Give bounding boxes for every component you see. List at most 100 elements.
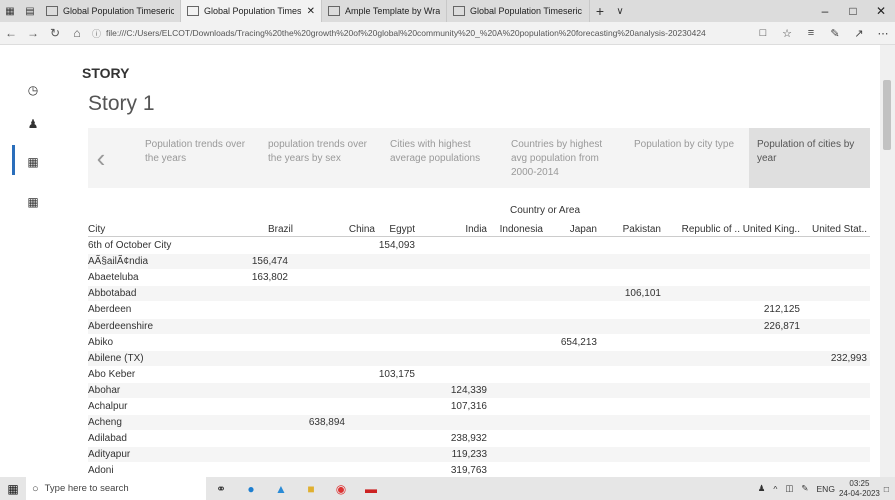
clock-time: 03:25 [849, 478, 870, 488]
photos-icon[interactable]: ▲ [266, 477, 296, 500]
notification-icon[interactable]: □ [884, 484, 889, 494]
maximize-button[interactable]: □ [839, 0, 867, 22]
new-tab-button[interactable]: + [590, 0, 610, 22]
city-cell[interactable]: AÃ§ailÃ¢ndia [88, 256, 148, 267]
clock-icon[interactable]: ◷ [26, 83, 40, 97]
city-cell[interactable]: Abbotabad [88, 288, 136, 299]
column-header[interactable]: Brazil [203, 224, 293, 235]
story-point-5[interactable]: Population by city type [634, 138, 734, 152]
microphone-icon[interactable]: ⚭ [206, 477, 236, 500]
population-cell[interactable]: 238,932 [423, 433, 487, 444]
story-point-1[interactable]: Population trends over the years [145, 138, 245, 166]
column-group-header: Country or Area [510, 205, 581, 216]
edge-browser-icon[interactable]: ● [236, 477, 266, 500]
window-menu-icon[interactable]: ▦ [0, 0, 20, 22]
favorite-star-icon[interactable]: ☆ [775, 27, 799, 40]
column-header[interactable]: Pakistan [571, 224, 661, 235]
page-icon [187, 6, 199, 16]
forward-button[interactable]: → [22, 26, 44, 40]
share-icon[interactable]: ↗ [847, 27, 871, 40]
population-cell[interactable]: 232,993 [803, 353, 867, 364]
story-title: Story 1 [88, 92, 155, 115]
refresh-button[interactable]: ↻ [44, 26, 66, 40]
url-field[interactable]: ⓘ file:///C:/Users/ELCOT/Downloads/Traci… [88, 25, 751, 41]
pen-tray-icon[interactable]: ✎ [801, 483, 808, 494]
population-cell[interactable]: 107,316 [423, 401, 487, 412]
city-cell[interactable]: Achalpur [88, 401, 127, 412]
story-point-label-line: Population trends over [145, 139, 246, 150]
story-point-label-line: the years [145, 153, 187, 164]
city-cell[interactable]: Aberdeen [88, 304, 131, 315]
reading-view-icon[interactable]: □ [751, 27, 775, 39]
people-icon[interactable]: ♟ [758, 483, 766, 494]
table-icon[interactable]: ▦ [26, 195, 40, 209]
city-cell[interactable]: Abaeteluba [88, 272, 139, 283]
home-button[interactable]: ⌂ [66, 26, 88, 40]
back-button[interactable]: ← [0, 26, 22, 40]
population-cell[interactable]: 103,175 [351, 369, 415, 380]
previous-story-point-button[interactable]: ‹ [88, 128, 114, 188]
system-tray: ♟ ^ ◫ ✎ ENG 03:25 24-04-2023 □ [754, 479, 895, 499]
minimize-button[interactable]: – [811, 0, 839, 22]
story-point-label-line: Countries by highest [511, 139, 603, 150]
browser-tab[interactable]: Ample Template by WrapPo [322, 0, 447, 22]
network-icon[interactable]: ◫ [785, 483, 793, 494]
population-cell[interactable]: 156,474 [224, 256, 288, 267]
pdf-reader-icon[interactable]: ▬ [356, 477, 386, 500]
tab-list-dropdown-button[interactable]: ∨ [610, 0, 630, 22]
population-cell[interactable]: 638,894 [281, 417, 345, 428]
browser-tab[interactable]: Global Population Timeseric [40, 0, 181, 22]
city-cell[interactable]: Adityapur [88, 449, 130, 460]
user-icon[interactable]: ♟ [26, 117, 40, 131]
story-header: STORY [82, 65, 130, 81]
population-cell[interactable]: 124,339 [423, 385, 487, 396]
browser-tab[interactable]: Global Population Timeseric [447, 0, 590, 22]
city-cell[interactable]: Aberdeenshire [88, 321, 153, 332]
tray-overflow-icon[interactable]: ^ [773, 484, 777, 494]
story-point-label-line: Population by city type [634, 139, 735, 150]
city-cell[interactable]: 6th of October City [88, 240, 171, 251]
population-cell[interactable]: 154,093 [351, 240, 415, 251]
table-row-band [88, 415, 870, 431]
grid-icon[interactable]: ▦ [26, 155, 40, 169]
population-cell[interactable]: 654,213 [533, 337, 597, 348]
taskbar-search[interactable]: ○ Type here to search [26, 477, 206, 500]
story-point-label-line: avg population from [511, 153, 599, 164]
language-indicator[interactable]: ENG [817, 484, 835, 494]
pen-notes-icon[interactable]: ✎ [823, 27, 847, 40]
story-point-6[interactable]: Population of cities by year [757, 138, 854, 166]
close-window-button[interactable]: ✕ [867, 0, 895, 22]
city-cell[interactable]: Adoni [88, 465, 114, 476]
story-point-2[interactable]: population trends over the years by sex [268, 138, 367, 166]
header-divider [88, 236, 870, 237]
start-button[interactable]: ▦ [0, 482, 26, 496]
population-cell[interactable]: 106,101 [597, 288, 661, 299]
clock[interactable]: 03:25 24-04-2023 [839, 479, 880, 499]
city-cell[interactable]: Adilabad [88, 433, 127, 444]
scrollbar-thumb[interactable] [883, 80, 891, 150]
population-cell[interactable]: 119,233 [423, 449, 487, 460]
story-point-3[interactable]: Cities with highest average populations [390, 138, 480, 166]
favorites-list-icon[interactable]: ≡ [799, 27, 823, 39]
city-cell[interactable]: Abilene (TX) [88, 353, 144, 364]
more-menu-icon[interactable]: ⋯ [871, 27, 895, 40]
chrome-icon[interactable]: ◉ [326, 477, 356, 500]
population-cell[interactable]: 226,871 [736, 321, 800, 332]
page-icon [328, 6, 340, 16]
file-explorer-icon[interactable]: ■ [296, 477, 326, 500]
info-icon: ⓘ [92, 28, 102, 39]
city-cell[interactable]: Abo Keber [88, 369, 135, 380]
population-cell[interactable]: 163,802 [224, 272, 288, 283]
city-cell[interactable]: Acheng [88, 417, 122, 428]
sidebar-selection-indicator [12, 145, 15, 175]
tab-actions-icon[interactable]: ▤ [20, 0, 40, 22]
population-cell[interactable]: 212,125 [736, 304, 800, 315]
browser-tab[interactable]: Global Population Timesі ✕ [181, 0, 322, 22]
city-cell[interactable]: Abiko [88, 337, 113, 348]
column-header[interactable]: United Stat.. [777, 224, 867, 235]
population-cell[interactable]: 319,763 [423, 465, 487, 476]
story-point-label-line: 2000-2014 [511, 167, 559, 178]
close-tab-icon[interactable]: ✕ [307, 6, 315, 17]
city-cell[interactable]: Abohar [88, 385, 120, 396]
story-point-4[interactable]: Countries by highest avg population from 2… [511, 138, 602, 180]
